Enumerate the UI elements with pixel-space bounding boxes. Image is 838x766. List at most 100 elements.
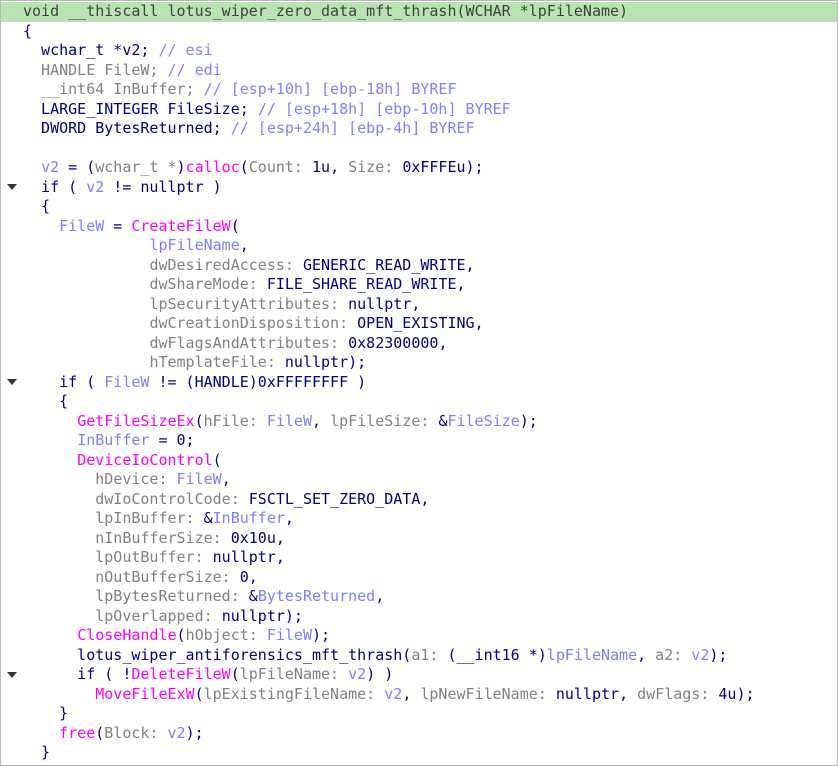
code-token: GENERIC_READ_WRITE [302,255,466,274]
code-token: lpFileName [149,236,240,254]
code-line[interactable]: FileW = CreateFileW( [1,217,837,237]
code-text: GetFileSizeEx(hFile: FileW, lpFileSize: … [23,412,538,432]
code-token: FileW [266,626,312,644]
code-token: v2 [691,645,710,664]
code-line[interactable]: if ( v2 != nullptr ) [1,178,837,198]
code-line[interactable]: hDevice: FileW, [1,470,837,490]
code-line[interactable]: HANDLE FileW; // edi [1,61,837,81]
code-token: InBuffer [212,509,285,527]
code-line[interactable]: lpInBuffer: &InBuffer, [1,509,837,529]
code-line[interactable]: lpOverlapped: nullptr); [1,607,837,627]
code-token: } [23,743,51,761]
code-text: InBuffer = 0; [23,431,195,451]
code-line[interactable]: { [1,197,837,217]
code-line[interactable]: DeviceIoControl( [1,451,837,471]
pseudocode-viewer[interactable]: void __thiscall lotus_wiper_zero_data_mf… [0,0,838,766]
code-line[interactable]: if ( !DeleteFileW(lpFileName: v2) ) [1,665,837,685]
code-token: LARGE_INTEGER FileSize; [23,99,258,118]
code-line[interactable]: } [1,743,837,763]
code-text: if ( FileW != (HANDLE)0xFFFFFFFF ) [23,373,366,393]
code-line[interactable]: MoveFileExW(lpExistingFileName: v2, lpNe… [1,685,837,705]
collapse-triangle-icon[interactable] [7,373,17,393]
code-token: ); [348,353,367,371]
code-line[interactable]: { [1,22,837,42]
code-token: lpOverlapped: [95,606,222,625]
code-line[interactable]: InBuffer = 0; [1,431,837,451]
code-line[interactable]: hTemplateFile: nullptr); [1,353,837,373]
code-token: dwShareMode: [149,275,267,293]
code-line[interactable]: DWORD BytesReturned; // [esp+24h] [ebp-4… [1,119,837,139]
code-line[interactable]: dwDesiredAccess: GENERIC_READ_WRITE, [1,256,837,276]
function-signature-line[interactable]: void __thiscall lotus_wiper_zero_data_mf… [1,2,837,22]
code-line[interactable] [1,139,837,159]
code-token: , [239,236,249,254]
code-text: hDevice: FileW, [23,470,230,490]
code-text: dwShareMode: FILE_SHARE_READ_WRITE, [23,275,465,295]
code-line[interactable]: } [1,704,837,724]
code-line[interactable]: nOutBufferSize: 0, [1,568,837,588]
code-token: (__int16 *) [447,645,547,664]
code-text: v2 = (wchar_t *)calloc(Count: 1u, Size: … [23,158,484,178]
code-token: hObject: [185,626,267,644]
code-token: HANDLE FileW; [23,60,168,79]
code-token: FileSize [447,411,520,430]
code-token: = ( [59,158,96,176]
code-token: ( [176,626,186,644]
code-token: dwFlags: [637,684,719,703]
collapse-triangle-icon[interactable] [7,178,17,198]
code-token: ); [465,158,484,176]
code-line[interactable]: LARGE_INTEGER FileSize; // [esp+18h] [eb… [1,100,837,120]
code-token: v2 [348,665,367,683]
code-line[interactable]: dwCreationDisposition: OPEN_EXISTING, [1,314,837,334]
code-line[interactable]: dwIoControlCode: FSCTL_SET_ZERO_DATA, [1,490,837,510]
code-line[interactable]: lpFileName, [1,236,837,256]
code-token: CreateFileW [131,216,231,235]
code-token: ); [736,684,755,703]
code-token: InBuffer [77,431,150,449]
code-text: FileW = CreateFileW( [23,217,240,237]
code-token: hDevice: [95,470,177,488]
code-token: ( [194,684,204,703]
code-token: ); [709,645,728,664]
code-line[interactable]: { [1,392,837,412]
code-token: hFile: [203,411,267,430]
code-line[interactable]: dwShareMode: FILE_SHARE_READ_WRITE, [1,275,837,295]
code-text: wchar_t *v2; // esi [23,41,213,61]
code-line[interactable]: v2 = (wchar_t *)calloc(Count: 1u, Size: … [1,158,837,178]
code-line[interactable]: CloseHandle(hObject: FileW); [1,626,837,646]
code-line[interactable]: dwFlagsAndAttributes: 0x82300000, [1,334,837,354]
code-token: } [23,704,69,722]
code-line[interactable]: free(Block: v2); [1,724,837,744]
code-token: { [23,392,69,410]
code-token: nullptr [221,606,285,625]
code-line[interactable]: lotus_wiper_antiforensics_mft_thrash(a1:… [1,646,837,666]
code-line[interactable]: nInBufferSize: 0x10u, [1,529,837,549]
code-token: , [402,684,421,703]
code-line[interactable]: GetFileSizeEx(hFile: FileW, lpFileSize: … [1,412,837,432]
collapse-triangle-icon[interactable] [7,665,17,685]
code-text: } [23,743,50,763]
code-token: = 0; [149,431,195,449]
code-line[interactable]: __int64 InBuffer; // [esp+10h] [ebp-18h]… [1,80,837,100]
code-line[interactable]: wchar_t *v2; // esi [1,41,837,61]
code-line[interactable]: lpBytesReturned: &BytesReturned, [1,587,837,607]
code-token: nInBufferSize: [95,528,231,547]
code-line[interactable]: lpOutBuffer: nullptr, [1,548,837,568]
code-token: , [330,158,349,176]
code-token: FILE_SHARE_READ_WRITE [266,275,457,293]
code-line[interactable]: if ( FileW != (HANDLE)0xFFFFFFFF ) [1,373,837,393]
code-token: 0xFFFEu [402,158,466,176]
code-line[interactable]: lpSecurityAttributes: nullptr, [1,295,837,315]
code-token: , [637,645,656,664]
code-text: dwIoControlCode: FSCTL_SET_ZERO_DATA, [23,490,429,510]
code-token: Block: [104,723,168,742]
code-token: nullptr [284,353,349,371]
